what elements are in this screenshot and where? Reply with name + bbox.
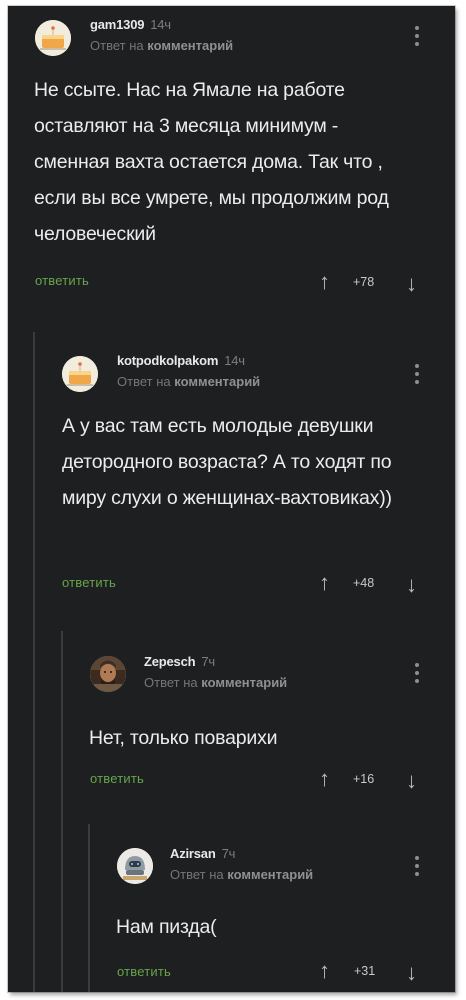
more-vertical-icon[interactable] [412, 663, 422, 685]
comment: Azirsan 7ч Ответ на комментарий Нам пизда… [90, 824, 455, 992]
more-vertical-icon[interactable] [412, 26, 422, 48]
arrow-down-icon[interactable]: ↓ [406, 770, 417, 792]
arrow-up-icon[interactable]: ↑ [319, 960, 330, 982]
comment-text: А у вас там есть молодые девушки детород… [62, 415, 392, 509]
rating: +31 [354, 964, 376, 978]
comment-text: Нет, только поварихи [89, 727, 278, 749]
username[interactable]: Zepesch 7ч [144, 654, 215, 669]
username[interactable]: kotpodkolpakom 14ч [117, 353, 245, 368]
username-text[interactable]: Azirsan [170, 846, 216, 861]
reply-to-line: Ответ на комментарий [144, 675, 287, 690]
timestamp: 14ч [224, 353, 245, 368]
avatar[interactable] [62, 356, 98, 392]
arrow-down-icon[interactable]: ↓ [406, 273, 417, 295]
reply-prefix: Ответ на [90, 38, 144, 53]
avatar[interactable] [90, 656, 126, 692]
reply-prefix: Ответ на [117, 374, 171, 389]
cake-avatar-icon [35, 20, 71, 56]
username-text[interactable]: gam1309 [90, 17, 144, 32]
parent-comment-link[interactable]: комментарий [174, 374, 260, 389]
timestamp: 7ч [201, 654, 215, 669]
reply-button[interactable]: ответить [35, 273, 89, 288]
avatar[interactable] [35, 20, 71, 56]
arrow-down-icon[interactable]: ↓ [406, 962, 417, 984]
username[interactable]: Azirsan 7ч [170, 846, 235, 861]
reply-to-line: Ответ на комментарий [170, 867, 313, 882]
more-vertical-icon[interactable] [412, 364, 422, 386]
reply-to-line: Ответ на комментарий [117, 374, 260, 389]
comment: kotpodkolpakom 14ч Ответ на комментарий А… [35, 332, 455, 612]
avatar[interactable] [117, 848, 153, 884]
parent-comment-link[interactable]: комментарий [227, 867, 313, 882]
helmet-avatar-icon [117, 848, 153, 884]
timestamp: 14ч [150, 17, 171, 32]
comment-text: Нам пизда( [116, 916, 217, 938]
comment-text: Не ссыте. Нас на Ямале на работе оставля… [34, 79, 389, 245]
comment: Zepesch 7ч Ответ на комментарий Нет, толь… [63, 631, 455, 811]
rating: +16 [353, 772, 375, 786]
comment-thread: gam1309 14ч Ответ на комментарий Не ссыте… [8, 6, 455, 992]
username-text[interactable]: Zepesch [144, 654, 196, 669]
rating: +48 [353, 576, 375, 590]
portrait-avatar-icon [90, 656, 126, 692]
reply-button[interactable]: ответить [117, 964, 171, 979]
cake-avatar-icon [62, 356, 98, 392]
username[interactable]: gam1309 14ч [90, 17, 171, 32]
reply-prefix: Ответ на [170, 867, 224, 882]
reply-to-line: Ответ на комментарий [90, 38, 233, 53]
rating: +78 [353, 275, 375, 289]
reply-button[interactable]: ответить [62, 575, 116, 590]
reply-prefix: Ответ на [144, 675, 198, 690]
arrow-up-icon[interactable]: ↑ [319, 271, 330, 293]
reply-button[interactable]: ответить [90, 771, 144, 786]
arrow-up-icon[interactable]: ↑ [319, 572, 330, 594]
arrow-down-icon[interactable]: ↓ [406, 574, 417, 596]
more-vertical-icon[interactable] [412, 856, 422, 878]
parent-comment-link[interactable]: комментарий [147, 38, 233, 53]
comment: gam1309 14ч Ответ на комментарий Не ссыте… [8, 6, 455, 316]
parent-comment-link[interactable]: комментарий [201, 675, 287, 690]
timestamp: 7ч [221, 846, 236, 861]
arrow-up-icon[interactable]: ↑ [319, 768, 330, 790]
username-text[interactable]: kotpodkolpakom [117, 353, 218, 368]
